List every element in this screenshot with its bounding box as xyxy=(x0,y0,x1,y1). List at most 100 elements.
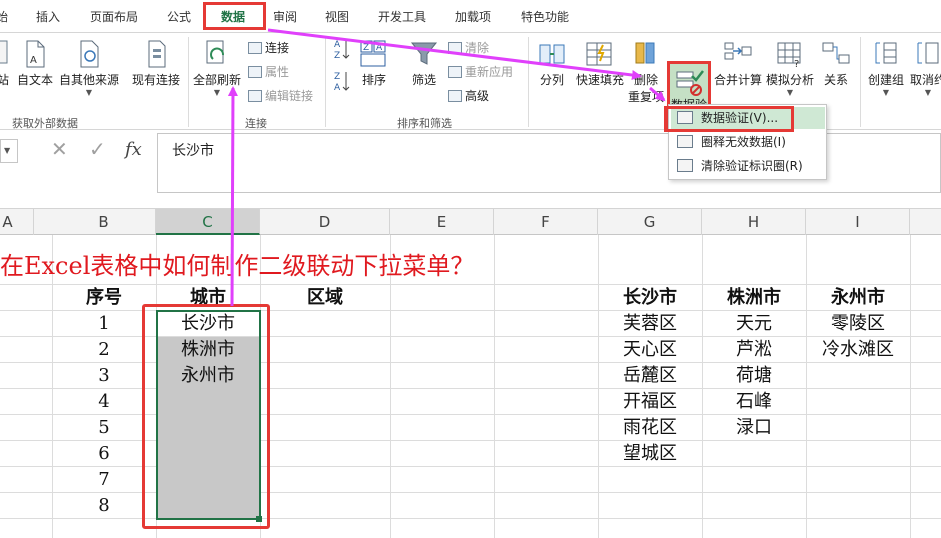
list-item[interactable]: 冷水滩区 xyxy=(806,337,910,363)
tab-special-features[interactable]: 特色功能 xyxy=(521,8,569,30)
group-separator xyxy=(325,37,326,127)
header-seq[interactable]: 序号 xyxy=(52,285,156,311)
advanced-filter-button[interactable]: 高级 xyxy=(448,87,489,104)
list-item[interactable]: 荷塘 xyxy=(702,363,806,389)
what-if-icon: ? xyxy=(777,42,801,69)
tab-formulas[interactable]: 公式 xyxy=(167,8,191,30)
seq-cell[interactable]: 1 xyxy=(52,311,156,337)
existing-connections-icon xyxy=(148,40,166,68)
other-sources-icon xyxy=(80,40,99,68)
column-header-e[interactable]: E xyxy=(390,209,494,235)
list-item[interactable]: 芙蓉区 xyxy=(598,311,702,337)
edit-links-button[interactable]: 编辑链接 xyxy=(248,87,313,104)
properties-button[interactable]: 属性 xyxy=(248,63,289,80)
annotation-box-menu-item xyxy=(664,106,794,132)
column-header-b[interactable]: B xyxy=(52,209,156,235)
svg-text:A: A xyxy=(30,55,37,66)
tab-view[interactable]: 视图 xyxy=(325,8,349,30)
menu-item-clear-circles[interactable]: 清除验证标识圈(R) xyxy=(671,155,825,177)
tab-developer[interactable]: 开发工具 xyxy=(378,8,426,30)
list-item[interactable]: 望城区 xyxy=(598,441,702,467)
what-if-analysis-button[interactable]: ? 模拟分析 ▼ xyxy=(764,39,816,97)
remove-duplicates-label-2: 重复项 xyxy=(628,90,665,104)
sort-descending-icon: ZA xyxy=(334,72,350,93)
tab-home[interactable]: 始 xyxy=(0,8,8,30)
list-item[interactable]: 零陵区 xyxy=(806,311,910,337)
sort-az-button[interactable]: AZ xyxy=(332,37,352,63)
from-other-sources-button[interactable]: 自其他来源 ▼ xyxy=(58,39,120,97)
list-item[interactable]: 雨花区 xyxy=(598,415,702,441)
header-region[interactable]: 区域 xyxy=(260,285,390,311)
sort-label: 排序 xyxy=(361,73,386,87)
column-header-d[interactable]: D xyxy=(260,209,390,235)
column-header-c[interactable]: C xyxy=(156,209,260,235)
list-item[interactable]: 天心区 xyxy=(598,337,702,363)
list-header-zhuzhou[interactable]: 株洲市 xyxy=(702,285,806,311)
advanced-filter-label: 高级 xyxy=(465,89,490,103)
chevron-down-icon: ▼ xyxy=(213,88,221,97)
tab-page-layout[interactable]: 页面布局 xyxy=(90,8,138,30)
tab-data[interactable]: 数据 xyxy=(221,8,245,30)
clear-filter-label: 清除 xyxy=(465,41,490,55)
seq-cell[interactable]: 5 xyxy=(52,415,156,441)
sort-ascending-icon: AZ xyxy=(334,40,350,61)
group-label: 创建组 xyxy=(867,73,904,87)
clear-filter-button[interactable]: 清除 xyxy=(448,39,489,56)
menu-item-circle-invalid[interactable]: 圈释无效数据(I) xyxy=(671,131,825,153)
list-item[interactable]: 天元 xyxy=(702,311,806,337)
connections-button[interactable]: 连接 xyxy=(248,39,289,56)
annotation-box-selection xyxy=(142,304,270,529)
refresh-all-button[interactable]: 全部刷新 ▼ xyxy=(192,39,242,97)
list-item[interactable]: 芦淞 xyxy=(702,337,806,363)
column-header-f[interactable]: F xyxy=(494,209,598,235)
flash-fill-button[interactable]: 快速填充 xyxy=(574,39,626,88)
list-item[interactable]: 岳麓区 xyxy=(598,363,702,389)
column-header-g[interactable]: G xyxy=(598,209,702,235)
clear-circles-icon xyxy=(677,159,693,172)
sheet-title: 在Excel表格中如何制作二级联动下拉菜单？ xyxy=(0,252,475,280)
chevron-down-icon: ▼ xyxy=(924,88,932,97)
tab-review[interactable]: 审阅 xyxy=(273,8,297,30)
existing-connections-button[interactable]: 现有连接 xyxy=(130,39,182,88)
column-header-h[interactable]: H xyxy=(702,209,806,235)
filter-button[interactable]: 筛选 xyxy=(406,39,442,88)
group-button[interactable]: 创建组 ▼ xyxy=(866,39,906,97)
seq-cell[interactable]: 3 xyxy=(52,363,156,389)
group-rows-icon xyxy=(875,42,897,64)
list-item[interactable]: 石峰 xyxy=(702,389,806,415)
tab-insert[interactable]: 插入 xyxy=(36,8,60,30)
edit-links-label: 编辑链接 xyxy=(265,89,314,103)
seq-cell[interactable]: 6 xyxy=(52,441,156,467)
seq-cell[interactable]: 7 xyxy=(52,467,156,493)
column-header-a[interactable]: A xyxy=(0,209,34,235)
sort-button[interactable]: ZA 排序 xyxy=(356,39,392,88)
sort-za-button[interactable]: ZA xyxy=(332,69,352,95)
list-item[interactable]: 渌口 xyxy=(702,415,806,441)
seq-cell[interactable]: 4 xyxy=(52,389,156,415)
from-site-button[interactable]: 站 xyxy=(0,39,14,88)
list-header-yongzhou[interactable]: 永州市 xyxy=(806,285,910,311)
name-box-dropdown[interactable]: ▼ xyxy=(0,139,18,163)
text-to-columns-button[interactable]: 分列 xyxy=(534,39,570,88)
relationships-button[interactable]: 关系 xyxy=(818,39,854,88)
tab-addins[interactable]: 加载项 xyxy=(455,8,491,30)
check-icon[interactable]: ✓ xyxy=(89,137,106,161)
cancel-icon[interactable]: ✕ xyxy=(51,137,68,161)
list-header-changsha[interactable]: 长沙市 xyxy=(598,285,702,311)
ungroup-button[interactable]: 取消约 ▼ xyxy=(908,39,941,97)
existing-connections-label: 现有连接 xyxy=(131,73,180,87)
text-file-icon: A xyxy=(26,40,45,68)
from-text-button[interactable]: A 自文本 xyxy=(15,39,55,88)
svg-text:Z: Z xyxy=(334,72,340,82)
list-item[interactable]: 开福区 xyxy=(598,389,702,415)
column-header-i[interactable]: I xyxy=(806,209,910,235)
insert-function-button[interactable]: fx xyxy=(125,139,142,160)
seq-cell[interactable]: 8 xyxy=(52,493,156,519)
reapply-button[interactable]: 重新应用 xyxy=(448,63,513,80)
seq-cell[interactable]: 2 xyxy=(52,337,156,363)
remove-duplicates-button[interactable]: 删除 重复项 xyxy=(628,39,664,105)
circle-invalid-icon xyxy=(677,135,693,148)
from-site-label: 站 xyxy=(0,73,9,87)
consolidate-button[interactable]: 合并计算 xyxy=(712,39,764,88)
clear-filter-icon xyxy=(448,42,462,54)
